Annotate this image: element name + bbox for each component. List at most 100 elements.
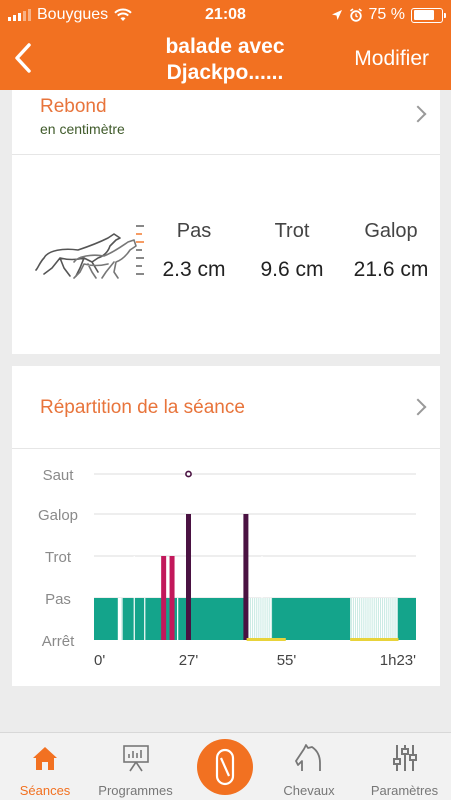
walk-stripe	[383, 598, 385, 640]
gait-event-bar	[243, 514, 249, 640]
stop-segment	[246, 638, 286, 641]
divider	[12, 448, 440, 449]
walk-stripe	[252, 598, 253, 640]
tab-chevaux[interactable]: Chevaux	[264, 733, 354, 800]
y-tick-label: Pas	[45, 591, 71, 608]
walk-stripe	[385, 598, 387, 640]
walk-stripe	[269, 598, 271, 640]
jump-marker	[185, 470, 192, 478]
location-arrow-icon	[331, 10, 342, 20]
divider	[12, 154, 440, 155]
walk-stripe	[380, 598, 381, 640]
presentation-board-icon	[122, 745, 149, 772]
gait-event-bar	[248, 598, 250, 640]
rebond-card: Rebond en centimètre Pas 2.3 cm Trot 9.6…	[12, 90, 440, 354]
walk-stripe	[389, 598, 391, 640]
record-session-icon	[215, 748, 235, 786]
tab-programmes[interactable]: Programmes	[88, 733, 183, 800]
gait-event-bar	[186, 514, 191, 640]
record-session-button[interactable]	[197, 739, 253, 795]
col-label-trot: Trot	[274, 220, 310, 242]
repartition-title: Répartition de la séance	[40, 397, 245, 418]
walk-stripe	[261, 598, 263, 640]
walk-stripe	[351, 598, 353, 640]
horse-head-icon	[295, 744, 321, 771]
walk-stripe	[387, 598, 389, 640]
chevron-left-icon	[15, 43, 31, 73]
rebond-header[interactable]: Rebond en centimètre	[12, 90, 440, 154]
stop-segment	[350, 638, 399, 641]
x-tick-label: 55'	[277, 652, 297, 669]
walk-stripe	[267, 598, 269, 640]
walk-stripe	[253, 598, 255, 640]
walk-stripe	[364, 598, 366, 640]
gait-event-bar	[169, 556, 175, 640]
walk-stripe	[395, 598, 397, 640]
rebond-subtitle: en centimètre	[40, 121, 125, 137]
rebond-title: Rebond	[40, 96, 107, 117]
walk-stripe	[372, 598, 374, 640]
gait-event-bar	[144, 598, 146, 640]
y-tick-label: Arrêt	[42, 633, 75, 650]
repartition-chart-svg: Arrêt Pas Trot Galop Saut 0' 27' 55' 1h23'	[38, 467, 416, 669]
app-header: Bouygues 21:08 75 % balade avec Djackpo.…	[0, 0, 451, 90]
walk-stripe	[250, 598, 251, 640]
sliders-icon	[392, 745, 417, 771]
repartition-header[interactable]: Répartition de la séance	[12, 366, 440, 448]
gait-event-bar	[396, 598, 398, 640]
walk-stripe	[355, 598, 356, 640]
tab-label: Chevaux	[283, 783, 335, 798]
tab-label: Paramètres	[370, 783, 439, 798]
gait-event-bar	[355, 598, 358, 640]
chevron-right-icon	[409, 398, 427, 416]
stop-gap	[117, 598, 122, 640]
y-tick-label: Galop	[38, 507, 78, 524]
battery-percent: 75 %	[368, 6, 405, 23]
walk-stripe	[393, 598, 395, 640]
x-tick-label: 0'	[94, 652, 105, 669]
gait-event-bar	[161, 556, 167, 640]
home-icon	[33, 747, 57, 770]
page-title: balade avec Djackpo......	[110, 34, 340, 86]
x-tick-label: 27'	[179, 652, 199, 669]
alarm-icon	[349, 8, 362, 22]
horses-icon	[35, 233, 137, 279]
battery-icon	[411, 7, 446, 23]
walk-stripe	[378, 598, 379, 640]
back-button[interactable]	[6, 38, 40, 78]
y-tick-label: Saut	[43, 467, 75, 484]
walk-stripe	[358, 598, 360, 640]
repartition-chart: Arrêt Pas Trot Galop Saut 0' 27' 55' 1h23'	[12, 450, 440, 686]
tab-label: Programmes	[98, 783, 173, 798]
gait-event-bar	[133, 556, 135, 640]
walk-stripe	[376, 598, 378, 640]
walk-stripe	[360, 598, 362, 640]
walk-stripe	[271, 598, 273, 640]
tab-label: Séances	[19, 783, 71, 798]
col-value-pas: 2.3 cm	[162, 258, 226, 281]
walk-stripe	[391, 598, 393, 640]
col-value-trot: 9.6 cm	[260, 258, 324, 281]
walk-stripe	[265, 598, 267, 640]
page-title-line2: Djackpo......	[166, 61, 284, 84]
status-right: 75 %	[331, 6, 446, 24]
walk-stripe	[370, 598, 372, 640]
status-bar: Bouygues 21:08 75 %	[0, 0, 451, 30]
modifier-button[interactable]: Modifier	[354, 47, 429, 71]
x-tick-label: 1h23'	[380, 652, 416, 669]
gait-event-bar	[177, 598, 179, 640]
walk-stripe	[263, 598, 265, 640]
tab-seances[interactable]: Séances	[0, 733, 90, 800]
tab-parametres[interactable]: Paramètres	[358, 733, 451, 800]
col-label-pas: Pas	[176, 220, 212, 242]
walk-stripe	[362, 598, 364, 640]
walk-stripe	[368, 598, 370, 640]
gait-event-bar	[121, 598, 123, 640]
walk-stripe	[257, 598, 259, 640]
walk-stripe	[357, 598, 358, 640]
page-title-line1: balade avec	[165, 35, 285, 58]
walk-stripe	[259, 598, 261, 640]
walk-stripe	[366, 598, 368, 640]
y-tick-label: Trot	[45, 549, 72, 566]
chevron-right-icon	[409, 105, 427, 123]
